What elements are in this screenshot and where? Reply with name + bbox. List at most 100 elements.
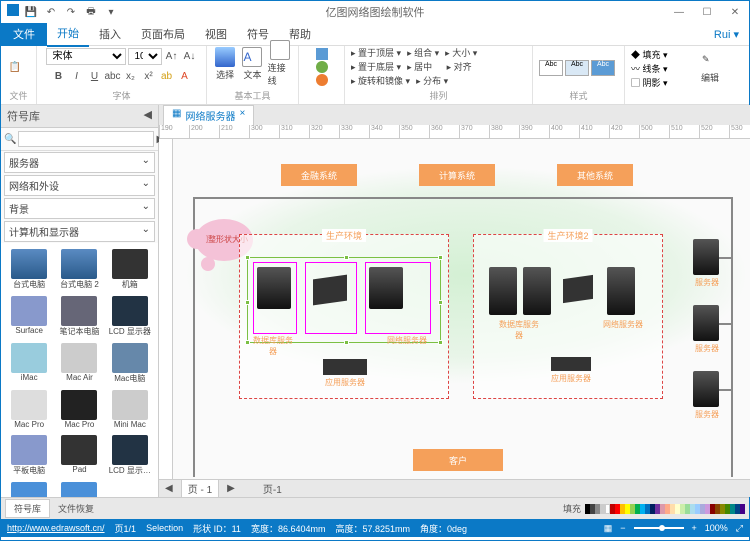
line-menu[interactable]: 〰 线条 ▾ [631, 62, 668, 75]
shadow-menu[interactable]: ▢ 阴影 ▾ [631, 76, 668, 89]
footer-lib[interactable]: 符号库 [5, 499, 50, 518]
shape-item[interactable]: 笔记本电脑 [55, 294, 103, 339]
node-finance[interactable]: 金融系统 [281, 164, 357, 186]
edit-button[interactable]: ✎编辑 [701, 54, 719, 84]
cat-servers[interactable]: 服务器⌄ [4, 152, 155, 173]
align[interactable]: ▸ 对齐 [447, 60, 472, 73]
fontsize-select[interactable]: 10 [128, 48, 162, 65]
select-tool[interactable]: 选择 [213, 47, 237, 81]
redo-icon[interactable]: ↷ [63, 4, 79, 20]
shape-rect-icon[interactable] [316, 48, 328, 60]
page-link[interactable]: 页-1 [263, 481, 282, 496]
menu-start[interactable]: 开始 [47, 21, 89, 47]
fill-menu[interactable]: ◆ 填充 ▾ [631, 48, 668, 61]
group[interactable]: ▸ 组合 ▾ [407, 46, 439, 59]
shape-item[interactable]: LCD 显示… [106, 433, 154, 478]
server-icon[interactable] [693, 371, 719, 407]
search-input[interactable] [18, 131, 154, 147]
zoom-out-icon[interactable]: − [620, 523, 625, 533]
size[interactable]: ▸ 大小 ▾ [445, 46, 477, 59]
italic-icon[interactable]: I [69, 68, 85, 84]
sidebar-collapse-icon[interactable]: ◀ [144, 108, 152, 124]
node-other[interactable]: 其他系统 [557, 164, 633, 186]
status-url[interactable]: http://www.edrawsoft.cn/ [7, 523, 105, 533]
sup-icon[interactable]: x² [141, 68, 157, 84]
shape-item[interactable]: 查询计算… [5, 480, 53, 497]
cat-computers[interactable]: 计算机和显示器⌄ [4, 221, 155, 242]
tab-network[interactable]: ▦网络服务器× [163, 105, 254, 125]
menu-insert[interactable]: 插入 [89, 22, 131, 46]
color-palette[interactable] [585, 504, 745, 514]
shape-item[interactable]: 台式电脑 2 [55, 247, 103, 292]
underline-icon[interactable]: U [87, 68, 103, 84]
server-icon[interactable] [693, 239, 719, 275]
style-preset[interactable]: Abc [565, 60, 589, 76]
shape-item[interactable]: Pad [55, 433, 103, 478]
strike-icon[interactable]: abc [105, 68, 121, 84]
canvas[interactable]: 金融系统 计算系统 其他系统 调整形状大小 生产环境 生产环境2 [173, 139, 750, 479]
shape-item[interactable]: 平板电脑 [5, 433, 53, 478]
rotate[interactable]: ▸ 旋转和镜像 ▾ [351, 74, 410, 87]
cat-background[interactable]: 背景⌄ [4, 198, 155, 219]
style-preset[interactable]: Abc [591, 60, 615, 76]
grow-font-icon[interactable]: A↑ [164, 49, 180, 65]
server-icon[interactable] [369, 267, 403, 309]
view-mode-icon[interactable]: ▦ [604, 523, 613, 534]
shape-item[interactable]: Surface [5, 294, 53, 339]
print-icon[interactable]: 🖶 [83, 4, 99, 20]
highlight-icon[interactable]: ab [159, 68, 175, 84]
shape-item[interactable]: Mini Mac [106, 388, 154, 431]
fullscreen-icon[interactable]: ⤢ [736, 523, 743, 534]
sub-icon[interactable]: x₂ [123, 68, 139, 84]
server-icon[interactable] [523, 267, 551, 315]
close-button[interactable]: ✕ [721, 1, 749, 23]
shape-item[interactable]: 查询计算… [55, 480, 103, 497]
shape-circle-icon[interactable] [316, 61, 328, 73]
shrink-font-icon[interactable]: A↓ [182, 49, 198, 65]
paste-icon[interactable]: 📋 [7, 60, 23, 76]
connector-tool[interactable]: 连接线 [268, 40, 292, 87]
text-tool[interactable]: A文本 [240, 47, 264, 81]
shape-item[interactable]: Mac Pro [5, 388, 53, 431]
server-icon[interactable] [489, 267, 517, 315]
page-next-icon[interactable]: ▶ [227, 483, 235, 494]
style-preset[interactable]: Abc [539, 60, 563, 76]
zoom-slider[interactable] [634, 527, 684, 529]
page-current[interactable]: 页 - 1 [181, 479, 219, 498]
menu-layout[interactable]: 页面布局 [131, 22, 195, 46]
node-client[interactable]: 客户 [413, 449, 503, 471]
shape-oval-icon[interactable] [316, 74, 328, 86]
server-icon[interactable] [257, 267, 291, 309]
bold-icon[interactable]: B [51, 68, 67, 84]
shape-item[interactable]: Mac电脑 [106, 341, 154, 386]
zoom-in-icon[interactable]: + [692, 523, 697, 533]
save-icon[interactable]: 💾 [23, 4, 39, 20]
footer-recover[interactable]: 文件恢复 [50, 500, 102, 517]
shape-item[interactable]: iMac [5, 341, 53, 386]
server-icon[interactable] [551, 357, 591, 371]
shape-item[interactable]: LCD 显示器 [106, 294, 154, 339]
shape-item[interactable]: Mac Pro [55, 388, 103, 431]
switch-icon[interactable] [563, 275, 593, 303]
fontcolor-icon[interactable]: A [177, 68, 193, 84]
search-icon[interactable]: 🔍 [4, 131, 16, 147]
maximize-button[interactable]: ☐ [693, 1, 721, 23]
bring-front[interactable]: ▸ 置于顶层 ▾ [351, 46, 401, 59]
more-icon[interactable]: ▾ [103, 4, 119, 20]
menu-file[interactable]: 文件 [1, 22, 47, 46]
shape-item[interactable]: 机箱 [106, 247, 154, 292]
shape-item[interactable]: Mac Air [55, 341, 103, 386]
switch-icon[interactable] [313, 275, 347, 306]
server-icon[interactable] [693, 305, 719, 341]
server-icon[interactable] [607, 267, 635, 315]
center[interactable]: ▸ 居中 [407, 60, 432, 73]
cat-network[interactable]: 网络和外设⌄ [4, 175, 155, 196]
tab-close-icon[interactable]: × [239, 108, 245, 123]
minimize-button[interactable]: — [665, 1, 693, 23]
page-prev-icon[interactable]: ◀ [165, 483, 173, 494]
shape-item[interactable]: 台式电脑 [5, 247, 53, 292]
node-compute[interactable]: 计算系统 [419, 164, 495, 186]
user-name[interactable]: Rui ▾ [714, 28, 749, 41]
server-icon[interactable] [323, 359, 367, 375]
send-back[interactable]: ▸ 置于底层 ▾ [351, 60, 401, 73]
